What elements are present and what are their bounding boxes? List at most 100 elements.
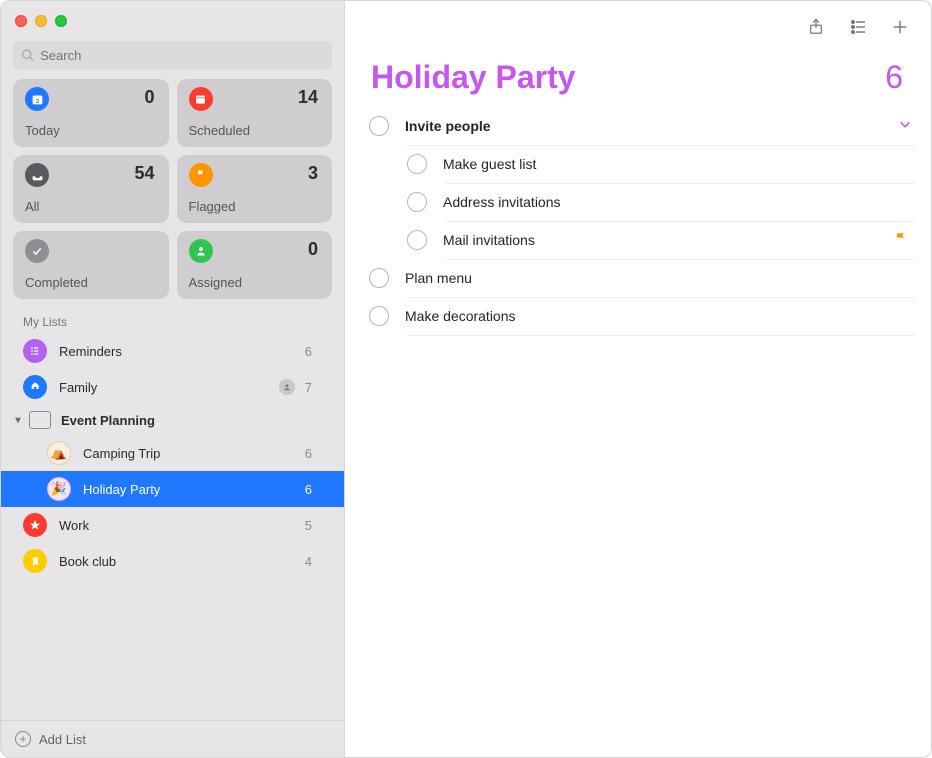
zoom-window-button[interactable]: [55, 15, 67, 27]
completion-checkbox[interactable]: [369, 306, 389, 326]
reminder-title: Address invitations: [443, 194, 915, 210]
smart-list-count: 54: [134, 163, 154, 184]
reminder-title: Invite people: [405, 118, 895, 134]
chevron-down-icon: [898, 117, 912, 131]
page-title: Holiday Party: [371, 59, 576, 96]
view-options-button[interactable]: [839, 13, 877, 41]
checkmark-icon: [25, 239, 49, 263]
smart-list-count: 3: [308, 163, 318, 184]
sidebar-list-family[interactable]: Family 7: [1, 369, 344, 405]
divider: [407, 335, 915, 336]
sidebar: 3 0 Today 14 Scheduled 54 All: [1, 1, 345, 757]
reminder-item[interactable]: Plan menu: [363, 260, 915, 297]
search-input[interactable]: [40, 48, 324, 63]
list-count: 6: [305, 344, 322, 359]
minimize-window-button[interactable]: [35, 15, 47, 27]
flag-icon: [189, 163, 213, 187]
party-emoji-icon: 🎉: [47, 477, 71, 501]
close-window-button[interactable]: [15, 15, 27, 27]
calendar-today-icon: 3: [25, 87, 49, 111]
list-name: Book club: [59, 554, 305, 569]
inbox-icon: [25, 163, 49, 187]
list-name: Reminders: [59, 344, 305, 359]
sidebar-list-book-club[interactable]: Book club 4: [1, 543, 344, 579]
smart-list-all[interactable]: 54 All: [13, 155, 169, 223]
smart-list-label: All: [25, 199, 39, 214]
search-container: [1, 35, 344, 79]
completion-checkbox[interactable]: [369, 268, 389, 288]
reminder-title: Mail invitations: [443, 232, 893, 248]
group-name: Event Planning: [61, 413, 334, 428]
reminder-title: Make decorations: [405, 308, 915, 324]
star-icon: [23, 513, 47, 537]
sidebar-list-work[interactable]: Work 5: [1, 507, 344, 543]
share-button[interactable]: [797, 13, 835, 41]
reminder-item[interactable]: Make decorations: [363, 298, 915, 335]
smart-list-assigned[interactable]: 0 Assigned: [177, 231, 333, 299]
section-header: My Lists: [1, 309, 344, 333]
tent-emoji-icon: ⛺: [47, 441, 71, 465]
smart-list-label: Scheduled: [189, 123, 250, 138]
plus-icon: [891, 18, 909, 36]
reminders-list: Invite people Make guest list Address in…: [345, 106, 931, 336]
list-count: 4: [305, 554, 322, 569]
share-icon: [807, 18, 825, 36]
list-header: Holiday Party 6: [345, 53, 931, 106]
add-list-label: Add List: [39, 732, 86, 747]
disclosure-button[interactable]: [895, 117, 915, 136]
house-icon: [23, 375, 47, 399]
smart-list-count: 0: [144, 87, 154, 108]
toolbar: [345, 1, 931, 53]
completion-checkbox[interactable]: [407, 154, 427, 174]
add-list-button[interactable]: + Add List: [1, 720, 344, 757]
sidebar-group-event-planning[interactable]: ▾ Event Planning: [1, 405, 344, 435]
smart-list-count: 14: [298, 87, 318, 108]
my-lists-section: My Lists Reminders 6 Family 7 ▾: [1, 307, 344, 720]
list-settings-icon: [848, 17, 868, 37]
list-count-large: 6: [885, 59, 903, 96]
app-window: 3 0 Today 14 Scheduled 54 All: [0, 0, 932, 758]
folder-icon: [29, 411, 51, 429]
window-controls: [1, 1, 344, 35]
list-count: 7: [305, 380, 322, 395]
search-icon: [21, 48, 34, 62]
calendar-icon: [189, 87, 213, 111]
main-content: Holiday Party 6 Invite people Make guest…: [345, 1, 931, 757]
smart-list-today[interactable]: 3 0 Today: [13, 79, 169, 147]
sidebar-list-holiday-party[interactable]: 🎉 Holiday Party 6: [1, 471, 344, 507]
completion-checkbox[interactable]: [407, 230, 427, 250]
smart-list-label: Assigned: [189, 275, 242, 290]
smart-list-label: Today: [25, 123, 60, 138]
list-bullet-icon: [23, 339, 47, 363]
smart-list-count: 0: [308, 239, 318, 260]
smart-list-scheduled[interactable]: 14 Scheduled: [177, 79, 333, 147]
sidebar-list-reminders[interactable]: Reminders 6: [1, 333, 344, 369]
reminder-item[interactable]: Make guest list: [363, 146, 915, 183]
reminder-item[interactable]: Invite people: [363, 108, 915, 145]
completion-checkbox[interactable]: [369, 116, 389, 136]
reminder-item[interactable]: Mail invitations: [363, 222, 915, 259]
smart-list-label: Completed: [25, 275, 88, 290]
person-icon: [189, 239, 213, 263]
smart-lists-grid: 3 0 Today 14 Scheduled 54 All: [1, 79, 344, 307]
smart-list-completed[interactable]: Completed: [13, 231, 169, 299]
search-field[interactable]: [13, 41, 332, 69]
smart-list-label: Flagged: [189, 199, 236, 214]
list-count: 6: [305, 446, 322, 461]
list-name: Family: [59, 380, 279, 395]
bookmark-icon: [23, 549, 47, 573]
plus-circle-icon: +: [15, 731, 31, 747]
new-reminder-button[interactable]: [881, 13, 919, 41]
sidebar-list-camping-trip[interactable]: ⛺ Camping Trip 6: [1, 435, 344, 471]
shared-icon: [279, 379, 295, 395]
completion-checkbox[interactable]: [407, 192, 427, 212]
reminder-item[interactable]: Address invitations: [363, 184, 915, 221]
reminder-title: Make guest list: [443, 156, 915, 172]
list-name: Work: [59, 518, 305, 533]
flag-icon: [893, 231, 909, 250]
svg-text:3: 3: [35, 98, 38, 104]
reminder-title: Plan menu: [405, 270, 915, 286]
list-count: 6: [305, 482, 322, 497]
chevron-down-icon: ▾: [11, 415, 25, 426]
smart-list-flagged[interactable]: 3 Flagged: [177, 155, 333, 223]
